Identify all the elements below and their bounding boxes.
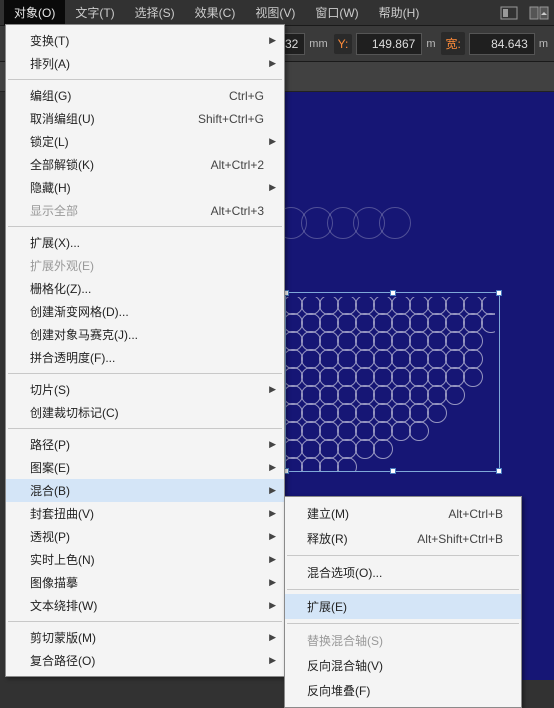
menu-select[interactable]: 选择(S) [125, 0, 185, 25]
menu-slice[interactable]: 切片(S) [6, 378, 284, 401]
menu-object[interactable]: 对象(O) [4, 0, 65, 25]
object-menu-dropdown: 变换(T) 排列(A) 编组(G)Ctrl+G 取消编组(U)Shift+Ctr… [5, 24, 285, 677]
menu-trace[interactable]: 图像描摹 [6, 571, 284, 594]
menu-help[interactable]: 帮助(H) [369, 0, 430, 25]
submenu-make[interactable]: 建立(M)Alt+Ctrl+B [285, 501, 521, 526]
menu-path[interactable]: 路径(P) [6, 433, 284, 456]
handle-tm[interactable] [390, 290, 396, 296]
menu-blend[interactable]: 混合(B) [6, 479, 284, 502]
menu-textwrap[interactable]: 文本绕排(W) [6, 594, 284, 617]
menu-livepaint[interactable]: 实时上色(N) [6, 548, 284, 571]
w-value[interactable]: 84.643 [469, 33, 535, 55]
menu-expandapp: 扩展外观(E) [6, 254, 284, 277]
submenu-reversefb[interactable]: 反向堆叠(F) [285, 678, 521, 703]
submenu-options[interactable]: 混合选项(O)... [285, 560, 521, 585]
menu-effect[interactable]: 效果(C) [185, 0, 246, 25]
menu-transform[interactable]: 变换(T) [6, 29, 284, 52]
menu-showall: 显示全部Alt+Ctrl+3 [6, 199, 284, 222]
blend-submenu: 建立(M)Alt+Ctrl+B 释放(R)Alt+Shift+Ctrl+B 混合… [284, 496, 522, 708]
y-label: Y: [334, 34, 353, 54]
menu-unlockall[interactable]: 全部解锁(K)Alt+Ctrl+2 [6, 153, 284, 176]
x-unit: mm [309, 38, 327, 50]
menu-flatten[interactable]: 拼合透明度(F)... [6, 346, 284, 369]
menu-clipmask[interactable]: 剪切蒙版(M) [6, 626, 284, 649]
selection-box[interactable] [285, 292, 500, 472]
w-unit: m [539, 38, 548, 50]
menu-view[interactable]: 视图(V) [245, 0, 305, 25]
handle-tr[interactable] [496, 290, 502, 296]
menu-hide[interactable]: 隐藏(H) [6, 176, 284, 199]
menu-perspective[interactable]: 透视(P) [6, 525, 284, 548]
handle-bm[interactable] [390, 468, 396, 474]
arrange-icon[interactable] [526, 3, 552, 23]
menu-ungroup[interactable]: 取消编组(U)Shift+Ctrl+G [6, 107, 284, 130]
menu-trim[interactable]: 创建裁切标记(C) [6, 401, 284, 424]
menu-rasterize[interactable]: 栅格化(Z)... [6, 277, 284, 300]
menu-lock[interactable]: 锁定(L) [6, 130, 284, 153]
submenu-reverse[interactable]: 反向混合轴(V) [285, 653, 521, 678]
y-value[interactable]: 149.867 [356, 33, 422, 55]
menubar: 对象(O) 文字(T) 选择(S) 效果(C) 视图(V) 窗口(W) 帮助(H… [0, 0, 554, 26]
submenu-expand[interactable]: 扩展(E) [285, 594, 521, 619]
menu-type[interactable]: 文字(T) [65, 0, 124, 25]
workspace-icon[interactable] [496, 3, 522, 23]
w-label: 宽: [441, 32, 464, 55]
y-unit: m [426, 38, 435, 50]
menu-envelope[interactable]: 封套扭曲(V) [6, 502, 284, 525]
menu-gradmesh[interactable]: 创建渐变网格(D)... [6, 300, 284, 323]
menu-compound[interactable]: 复合路径(O) [6, 649, 284, 672]
menu-mosaic[interactable]: 创建对象马赛克(J)... [6, 323, 284, 346]
menu-window[interactable]: 窗口(W) [305, 0, 368, 25]
menu-arrange[interactable]: 排列(A) [6, 52, 284, 75]
handle-br[interactable] [496, 468, 502, 474]
submenu-replace: 替换混合轴(S) [285, 628, 521, 653]
menu-group[interactable]: 编组(G)Ctrl+G [6, 84, 284, 107]
submenu-release[interactable]: 释放(R)Alt+Shift+Ctrl+B [285, 526, 521, 551]
menu-pattern[interactable]: 图案(E) [6, 456, 284, 479]
menu-expand[interactable]: 扩展(X)... [6, 231, 284, 254]
